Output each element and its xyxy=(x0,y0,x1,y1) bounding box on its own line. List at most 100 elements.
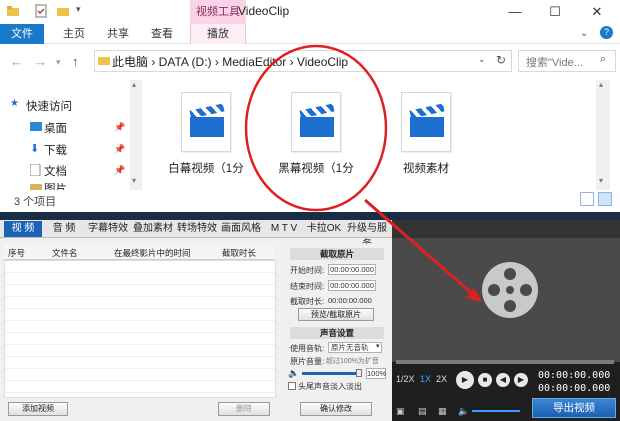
forward-arrow-icon[interactable]: → xyxy=(34,54,47,69)
pin-icon: 📌 xyxy=(114,165,126,175)
tab-subtitle-effects[interactable]: 字幕特效 xyxy=(86,221,130,237)
minimize-button[interactable]: — xyxy=(500,2,530,22)
delete-label: 删除 xyxy=(236,404,252,413)
pin-icon: 📌 xyxy=(114,144,126,154)
address-dropdown-icon[interactable]: ⌄ xyxy=(478,54,486,65)
nav-item-quick-access[interactable]: 快速访问 xyxy=(26,98,72,114)
select-arrow-icon[interactable]: ▾ xyxy=(376,342,380,350)
file-item[interactable]: 视频素材 xyxy=(386,92,466,176)
volume-hint: 超过100%为扩音 xyxy=(326,358,379,365)
folder-icon xyxy=(6,4,20,18)
tab-home[interactable]: 主页 xyxy=(56,24,92,44)
new-folder-icon[interactable] xyxy=(56,4,70,18)
speed-1x[interactable]: 1X xyxy=(420,374,431,384)
volume-slider-handle[interactable] xyxy=(356,369,362,377)
player-volume-slider[interactable] xyxy=(472,410,520,412)
scroll-up-icon[interactable]: ▴ xyxy=(599,80,603,89)
help-icon[interactable]: ? xyxy=(600,26,613,39)
current-time: 00:00:00.000 xyxy=(538,370,611,381)
maximize-button[interactable]: ☐ xyxy=(540,2,570,22)
refresh-icon[interactable]: ↻ xyxy=(496,53,506,67)
nav-item-pictures[interactable]: 图片 xyxy=(44,183,67,190)
end-time-label: 结束时间: xyxy=(290,282,325,291)
play-icon[interactable]: ▶ xyxy=(456,371,474,389)
volume-slider[interactable] xyxy=(302,372,362,375)
scroll-up-icon[interactable]: ▴ xyxy=(132,80,136,89)
search-icon[interactable]: ⌕ xyxy=(600,53,606,66)
clip-list[interactable] xyxy=(4,260,276,398)
start-time-field[interactable]: 00:00:00.000 xyxy=(328,264,376,275)
stop-icon[interactable]: ■ xyxy=(478,373,492,387)
tab-style[interactable]: 画面风格 xyxy=(219,221,263,237)
rewind-icon[interactable]: ◀ xyxy=(496,373,510,387)
start-time-label: 开始时间: xyxy=(290,266,325,275)
status-bar xyxy=(0,190,620,212)
desktop-icon xyxy=(30,121,42,135)
nav-scrollbar[interactable] xyxy=(130,80,142,190)
large-icons-view-icon[interactable] xyxy=(598,192,612,206)
recent-dropdown-icon[interactable]: ▾ xyxy=(56,57,61,68)
snapshot-icon[interactable]: ▣ xyxy=(396,406,405,417)
tab-mtv[interactable]: M T V xyxy=(264,221,304,237)
tab-file[interactable]: 文件 xyxy=(0,24,44,44)
tab-view[interactable]: 查看 xyxy=(144,24,180,44)
film-icon[interactable]: ▦ xyxy=(438,406,447,417)
volume-label: 原片音量: xyxy=(290,357,325,366)
volume-value[interactable]: 100% xyxy=(366,368,386,379)
add-video-button[interactable]: 添加视频 xyxy=(8,402,68,416)
scroll-down-icon[interactable]: ▾ xyxy=(132,176,136,185)
speed-2x[interactable]: 2X xyxy=(436,374,447,384)
tab-overlay[interactable]: 叠加素材 xyxy=(131,221,175,237)
speaker-icon: 🔈 xyxy=(288,368,300,378)
export-video-button[interactable]: 导出视频 xyxy=(532,398,616,418)
properties-icon[interactable] xyxy=(34,4,48,18)
nav-item-desktop[interactable]: 桌面 xyxy=(44,120,67,136)
tab-karaoke[interactable]: 卡拉OK xyxy=(306,221,342,237)
fade-label: 头尾声音淡入淡出 xyxy=(298,382,362,391)
tab-upgrade[interactable]: 升级与服务 xyxy=(344,221,390,250)
up-arrow-icon[interactable]: ↑ xyxy=(72,54,79,69)
customize-arrow-icon[interactable]: ▾ xyxy=(76,4,90,18)
nav-item-downloads[interactable]: 下载 xyxy=(44,142,67,158)
file-item[interactable]: 黑幕视频（1分 xyxy=(276,92,356,176)
file-name: 黑幕视频（1分 xyxy=(278,163,354,175)
confirm-button[interactable]: 确认修改 xyxy=(300,402,372,416)
forward-icon[interactable]: ▶ xyxy=(514,373,528,387)
details-view-icon[interactable] xyxy=(580,192,594,206)
audio-track-label: 使用音轨: xyxy=(290,344,325,353)
end-time-field[interactable]: 00:00:00.000 xyxy=(328,280,376,291)
film-reel-icon xyxy=(482,262,538,318)
search-placeholder: 搜索"Vide... xyxy=(526,57,583,69)
video-file-icon xyxy=(291,92,341,152)
folder-open-icon[interactable]: ▤ xyxy=(418,406,427,417)
col-index: 序号 xyxy=(8,248,26,258)
preview-clip-button[interactable]: 预览/截取原片 xyxy=(298,308,374,321)
volume-icon[interactable]: 🔈 xyxy=(458,406,469,417)
delete-button[interactable]: 删除 xyxy=(218,402,270,416)
nav-item-documents[interactable]: 文档 xyxy=(44,163,67,179)
audio-track-select[interactable]: 原片无音轨 xyxy=(328,342,382,353)
item-count: 3 个项目 xyxy=(14,196,57,208)
fade-checkbox[interactable] xyxy=(288,382,296,390)
speed-half[interactable]: 1/2X xyxy=(396,374,415,384)
ribbon-expand-icon[interactable]: ⌄ xyxy=(580,28,588,39)
close-button[interactable]: ✕ xyxy=(582,2,612,22)
clip-section-title: 截取原片 xyxy=(290,248,384,260)
back-arrow-icon[interactable]: ← xyxy=(10,54,23,69)
file-scrollbar[interactable] xyxy=(596,80,610,190)
video-file-icon xyxy=(181,92,231,152)
tab-share[interactable]: 共享 xyxy=(100,24,136,44)
col-final-time: 在最终影片中的时间 xyxy=(114,248,191,258)
file-item[interactable]: 白幕视频（1分 xyxy=(166,92,246,176)
player-topbar xyxy=(392,220,620,238)
tab-play[interactable]: 播放 xyxy=(190,24,246,44)
tab-video[interactable]: 视 频 xyxy=(4,221,42,237)
playback-progress[interactable] xyxy=(396,360,614,364)
audio-section-title: 声音设置 xyxy=(290,327,384,339)
document-icon xyxy=(29,163,41,179)
tab-transitions[interactable]: 转场特效 xyxy=(175,221,219,237)
breadcrumb[interactable]: 此电脑 › DATA (D:) › MediaEditor › VideoCli… xyxy=(112,53,348,70)
video-file-icon xyxy=(401,92,451,152)
scroll-down-icon[interactable]: ▾ xyxy=(599,176,603,185)
tab-audio[interactable]: 音 频 xyxy=(46,221,82,237)
